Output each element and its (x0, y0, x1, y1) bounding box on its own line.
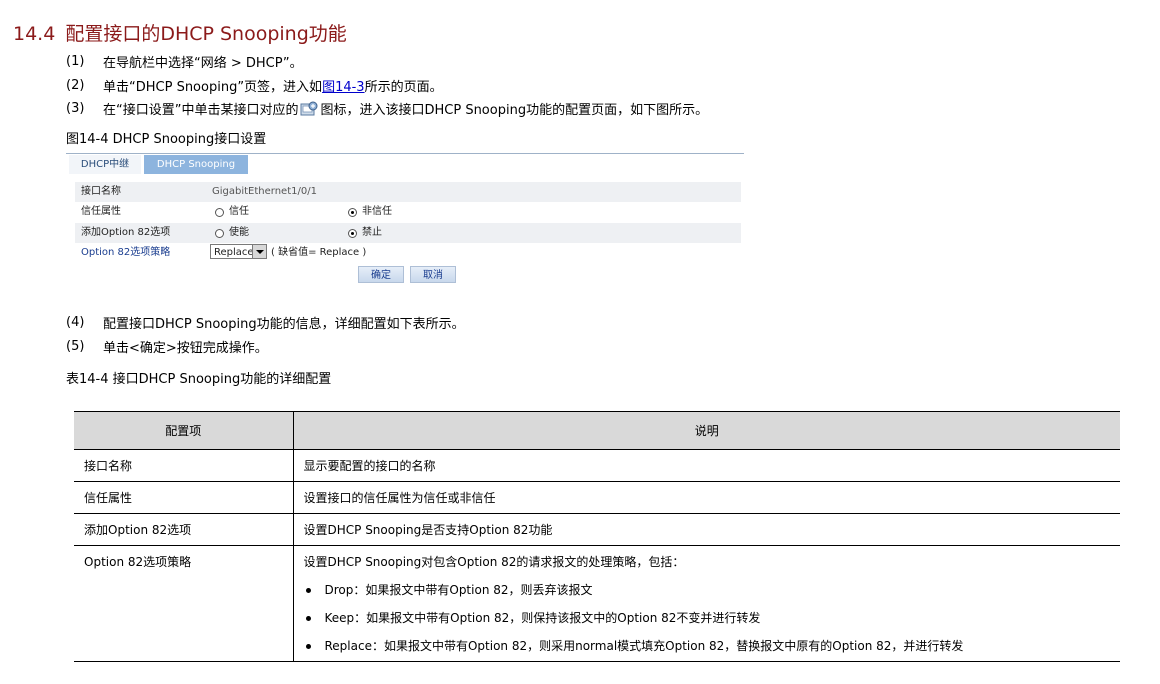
trust-option-untrusted-label: 非信任 (362, 206, 392, 217)
step-3: (3) 在“接口设置”中单击某接口对应的 图标，进入该接口DHCP Snoopi… (66, 99, 708, 118)
ok-button[interactable]: 确定 (358, 266, 404, 283)
step-text: 单击<确定>按钮完成操作。 (103, 341, 268, 356)
step-text-pre: 在“接口设置”中单击某接口对应的 (103, 103, 299, 118)
bullet-icon (305, 588, 311, 593)
bullet-icon (305, 644, 311, 649)
policy-desc-intro: 设置DHCP Snooping对包含Option 82的请求报文的处理策略，包括… (303, 555, 685, 569)
bullet-item: Drop：如果报文中带有Option 82，则丢弃该报文 (304, 583, 1111, 597)
option82-policy-value: Replace (214, 247, 254, 258)
option82-enable[interactable]: 使能 (215, 223, 249, 243)
bullet-text: Drop：如果报文中带有Option 82，则丢弃该报文 (324, 583, 593, 597)
header-description: 说明 (292, 411, 1120, 450)
option82-label: 添加Option 82选项 (81, 227, 171, 238)
bullet-item: Keep：如果报文中带有Option 82，则保持该报文中的Option 82不… (304, 611, 1111, 625)
cancel-button[interactable]: 取消 (410, 266, 456, 283)
trust-option-untrusted[interactable]: 非信任 (348, 202, 392, 222)
table-row: 添加Option 82选项 设置DHCP Snooping是否支持Option … (74, 513, 1120, 546)
cell-desc: 设置接口的信任属性为信任或非信任 (292, 481, 1120, 514)
section-title: 配置接口的DHCP Snooping功能 (65, 23, 347, 45)
figure-caption: 图14-4 DHCP Snooping接口设置 (66, 132, 267, 147)
chevron-down-icon[interactable] (252, 245, 266, 258)
option82-policy-select[interactable]: Replace (210, 244, 267, 259)
table-row: 信任属性 设置接口的信任属性为信任或非信任 (74, 481, 1120, 514)
bullet-item: Replace：如果报文中带有Option 82，则采用normal模式填充Op… (304, 639, 1111, 653)
cell-desc: 设置DHCP Snooping是否支持Option 82功能 (292, 513, 1120, 546)
step-text: 配置接口DHCP Snooping功能的信息，详细配置如下表所示。 (103, 317, 465, 332)
trust-label: 信任属性 (81, 206, 121, 217)
bullet-icon (305, 616, 311, 621)
figure-link[interactable]: 图14-3 (322, 76, 365, 95)
row-interface-name: 接口名称 GigabitEthernet1/0/1 (75, 182, 741, 202)
step-number: (2) (66, 78, 85, 93)
step-4: (4) 配置接口DHCP Snooping功能的信息，详细配置如下表所示。 (66, 313, 465, 332)
option82-enable-label: 使能 (229, 227, 249, 238)
step-text-pre: 单击“DHCP Snooping”页签，进入如 (103, 80, 323, 95)
cell-item: 添加Option 82选项 (74, 513, 293, 546)
step-1: (1) 在导航栏中选择“网络 > DHCP”。 (66, 52, 303, 71)
step-number: (4) (66, 315, 85, 330)
step-number: (3) (66, 101, 85, 116)
interface-name-value: GigabitEthernet1/0/1 (212, 186, 317, 197)
table-header-row: 配置项 说明 (74, 411, 1120, 450)
row-option82: 添加Option 82选项 使能 禁止 (75, 223, 741, 243)
step-2: (2) 单击“DHCP Snooping”页签，进入如 图14-3 所示的页面。 (66, 76, 443, 95)
figure-screenshot: DHCP中继 DHCP Snooping 接口名称 GigabitEtherne… (66, 153, 744, 286)
section-heading: 14.4 配置接口的DHCP Snooping功能 (13, 19, 347, 46)
row-trust: 信任属性 信任 非信任 (75, 202, 741, 222)
radio-selected-icon[interactable] (348, 207, 357, 217)
step-text-post: 图标，进入该接口DHCP Snooping功能的配置页面，如下图所示。 (320, 103, 709, 118)
bullet-text: Keep：如果报文中带有Option 82，则保持该报文中的Option 82不… (324, 611, 761, 625)
row-option82-policy: Option 82选项策略 Replace ( 缺省值= Replace ) (75, 243, 741, 263)
config-icon (300, 100, 318, 118)
step-text: 在导航栏中选择“网络 > DHCP”。 (103, 56, 303, 71)
header-config-item: 配置项 (74, 411, 293, 450)
interface-name-label: 接口名称 (81, 186, 121, 197)
config-table: 配置项 说明 接口名称 显示要配置的接口的名称 信任属性 设置接口的信任属性为信… (74, 411, 1120, 662)
option82-disable[interactable]: 禁止 (348, 223, 382, 243)
section-number: 14.4 (13, 23, 56, 45)
table-row: Option 82选项策略 设置DHCP Snooping对包含Option 8… (74, 545, 1120, 662)
radio-icon[interactable] (215, 207, 224, 217)
cell-item: Option 82选项策略 (74, 545, 293, 662)
step-number: (1) (66, 54, 85, 69)
option82-policy-hint: ( 缺省值= Replace ) (271, 247, 367, 258)
trust-option-trusted[interactable]: 信任 (215, 202, 249, 222)
radio-icon[interactable] (215, 228, 224, 238)
option82-policy-label: Option 82选项策略 (81, 247, 171, 258)
cell-item: 接口名称 (74, 449, 293, 482)
step-5: (5) 单击<确定>按钮完成操作。 (66, 337, 268, 356)
table-caption: 表14-4 接口DHCP Snooping功能的详细配置 (66, 372, 332, 387)
step-number: (5) (66, 339, 85, 354)
table-row: 接口名称 显示要配置的接口的名称 (74, 449, 1120, 482)
radio-selected-icon[interactable] (348, 228, 357, 238)
tab-dhcp-snooping[interactable]: DHCP Snooping (144, 155, 248, 174)
step-text-post: 所示的页面。 (364, 80, 443, 95)
bullet-text: Replace：如果报文中带有Option 82，则采用normal模式填充Op… (324, 639, 964, 653)
cell-item: 信任属性 (74, 481, 293, 514)
cell-desc: 显示要配置的接口的名称 (292, 449, 1120, 482)
option82-disable-label: 禁止 (362, 227, 382, 238)
trust-option-trusted-label: 信任 (229, 206, 249, 217)
cell-desc: 设置DHCP Snooping对包含Option 82的请求报文的处理策略，包括… (292, 545, 1120, 662)
tab-bar: DHCP中继 DHCP Snooping (66, 153, 744, 174)
tab-dhcp-relay[interactable]: DHCP中继 (69, 155, 141, 174)
